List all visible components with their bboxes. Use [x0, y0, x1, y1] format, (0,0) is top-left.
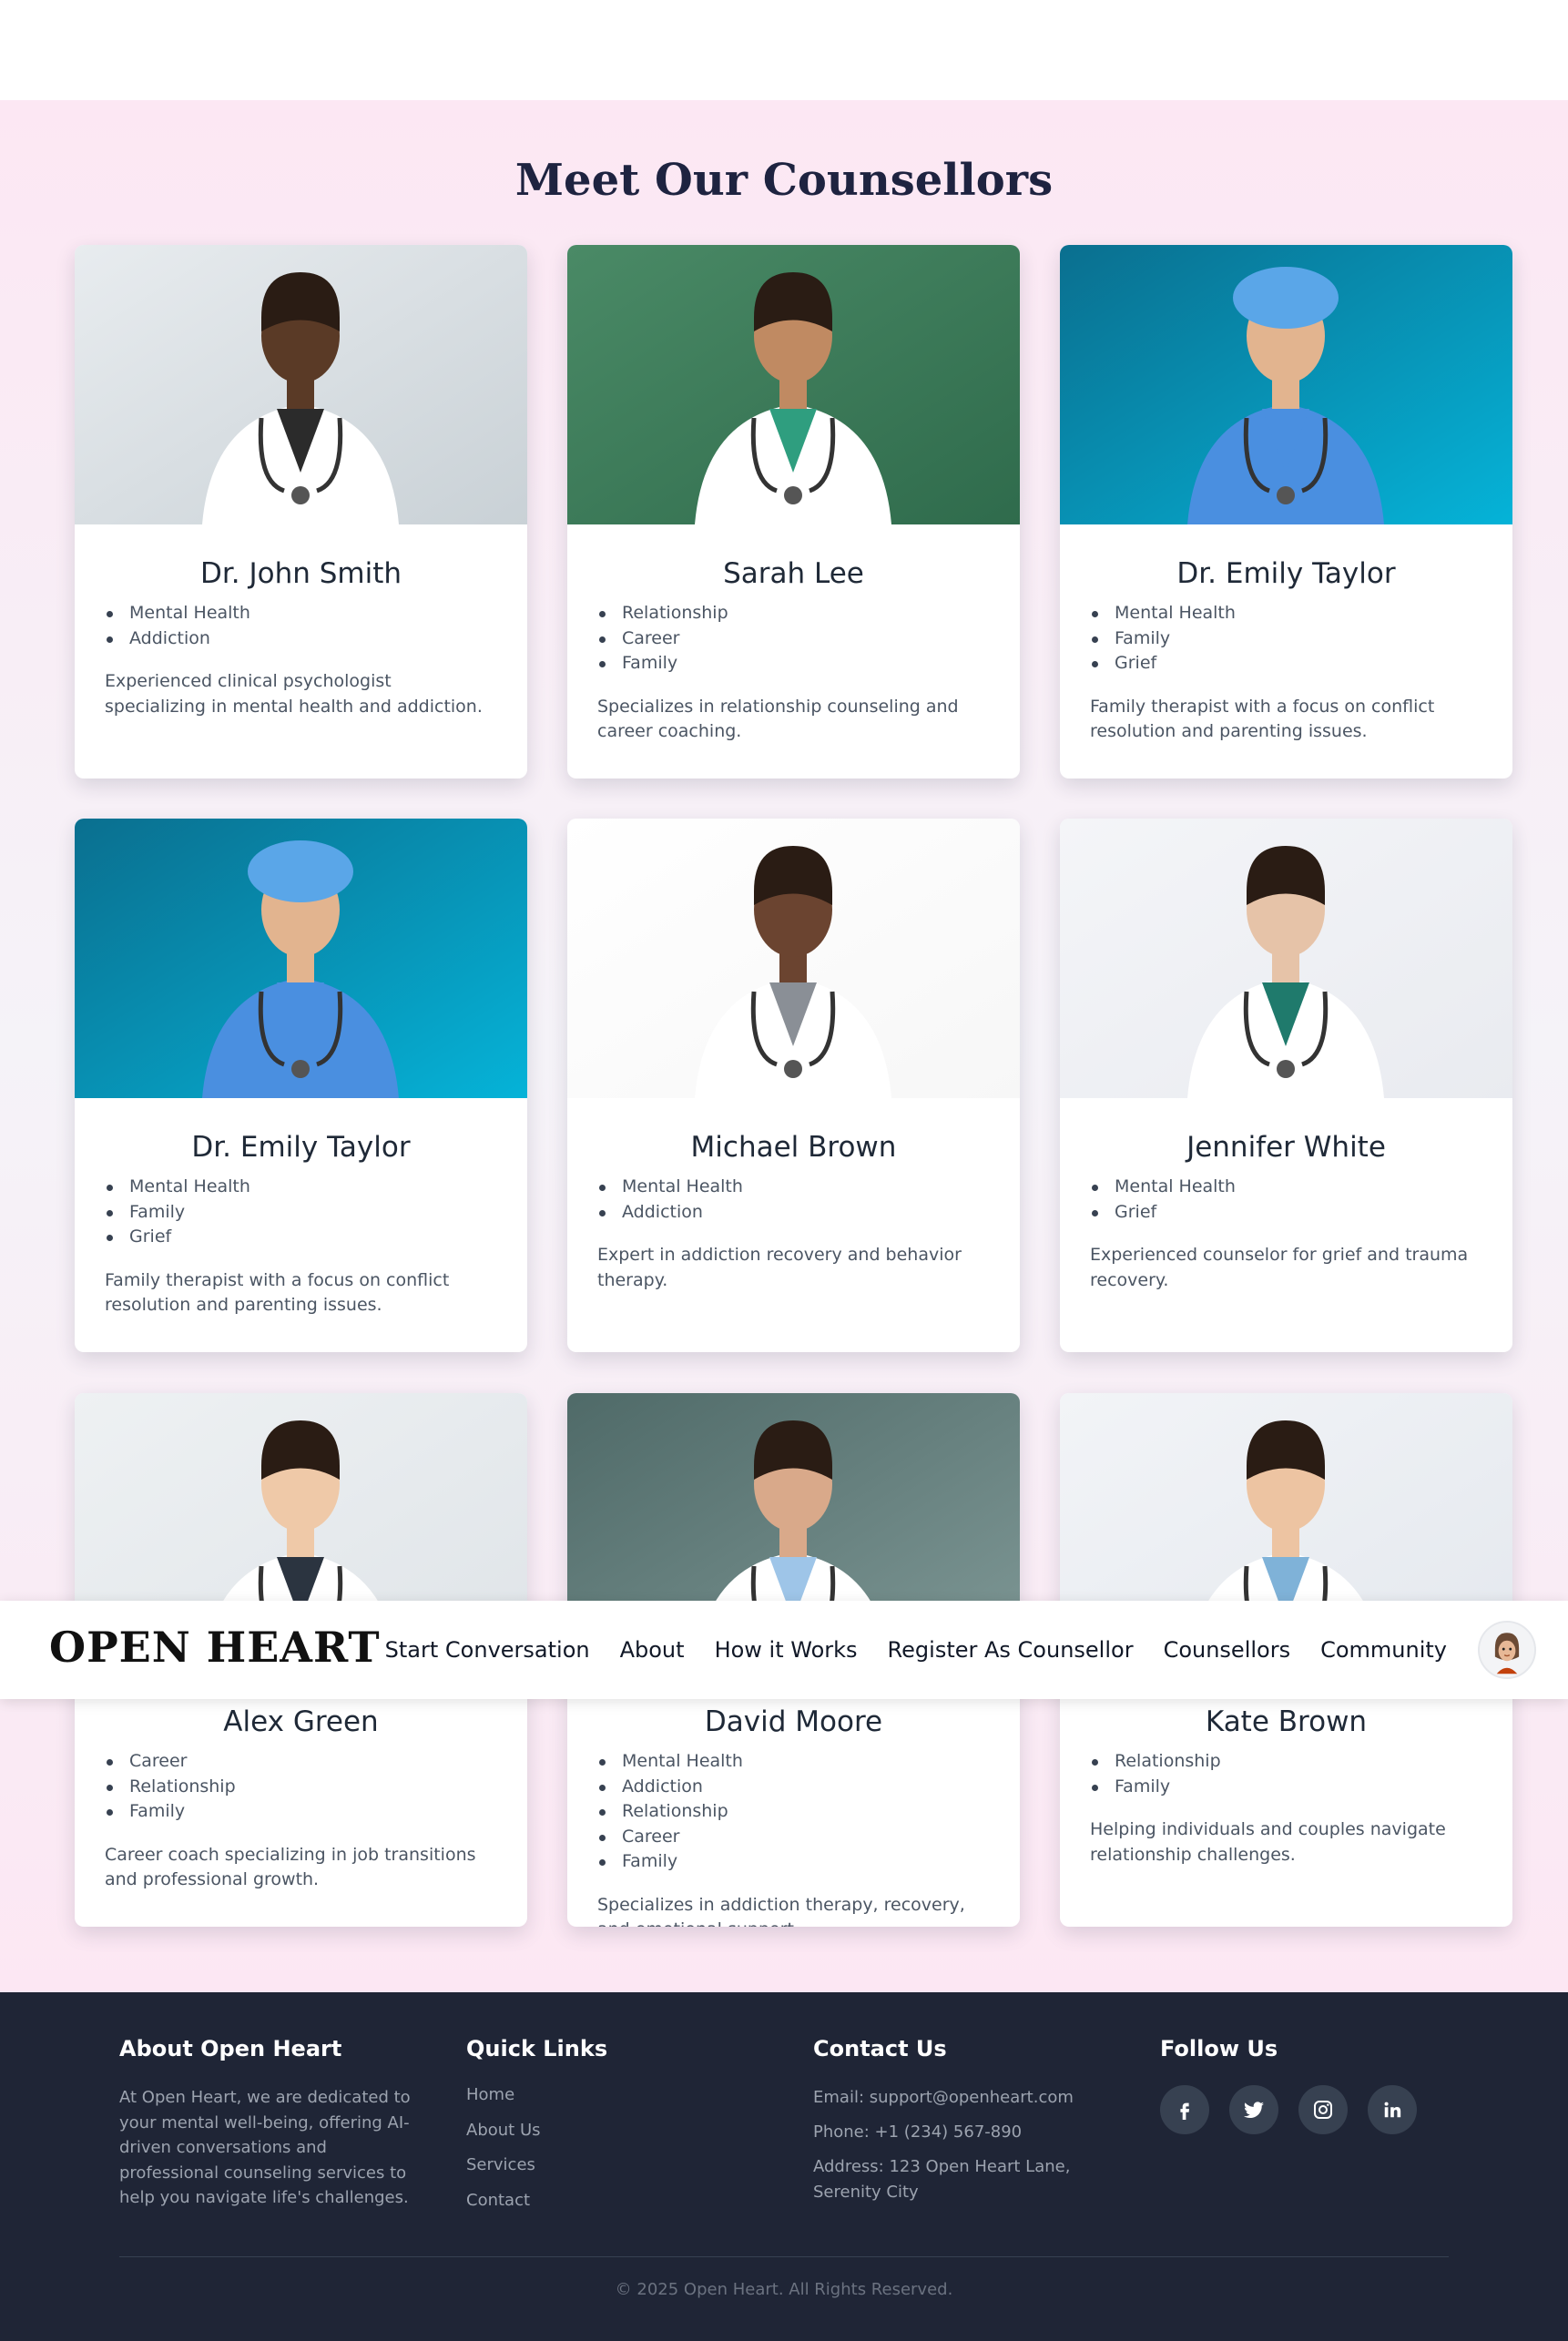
specialty-item: Grief — [1090, 1200, 1512, 1226]
footer-about: About Open Heart At Open Heart, we are d… — [119, 2036, 420, 2211]
counsellor-name: Dr. Emily Taylor — [1176, 557, 1396, 590]
specialty-list: Mental Health Addiction — [597, 1175, 1020, 1225]
specialty-list: Relationship Career Family — [597, 601, 1020, 677]
counsellor-description: Family therapist with a focus on conflic… — [105, 1269, 450, 1316]
counsellor-card[interactable]: Sarah Lee Relationship Career Family Special… — [567, 245, 1020, 779]
footer-contact-heading: Contact Us — [813, 2036, 947, 2061]
specialty-list: Mental Health Family Grief — [1090, 601, 1512, 677]
footer-address: Address: 123 Open Heart Lane, Serenity C… — [813, 2157, 1071, 2202]
facebook-icon[interactable] — [1160, 2085, 1209, 2134]
counsellor-description: Family therapist with a focus on conflic… — [1090, 696, 1435, 742]
counsellor-description: Experienced counselor for grief and trau… — [1090, 1245, 1469, 1290]
specialty-list: Mental Health Addiction Relationship Career… — [597, 1749, 1020, 1875]
counsellor-name: Jennifer White — [1186, 1131, 1386, 1164]
specialty-item: Grief — [1090, 651, 1512, 677]
counsellor-description: Helping individuals and couples navigate… — [1090, 1819, 1446, 1865]
footer-contact: Contact Us Email: support@openheart.com … — [813, 2036, 1127, 2214]
counsellor-name: Kate Brown — [1205, 1705, 1368, 1738]
specialty-item: Grief — [105, 1225, 527, 1250]
counsellor-description: Career coach specializing in job transit… — [105, 1844, 476, 1890]
specialty-item: Mental Health — [597, 1175, 1020, 1200]
copyright: © 2025 Open Heart. All Rights Reserved. — [615, 2280, 953, 2299]
counsellor-photo — [567, 819, 1020, 1098]
counsellor-name: Alex Green — [223, 1705, 379, 1738]
specialty-item: Relationship — [597, 601, 1020, 626]
twitter-icon[interactable] — [1229, 2085, 1278, 2134]
counsellor-photo — [1060, 245, 1512, 524]
user-avatar-icon[interactable] — [1478, 1621, 1536, 1679]
specialty-list: Career Relationship Family — [105, 1749, 527, 1825]
counsellor-name: Michael Brown — [690, 1131, 897, 1164]
counsellor-name: Dr. Emily Taylor — [191, 1131, 411, 1164]
specialty-item: Addiction — [105, 626, 527, 652]
linkedin-icon[interactable] — [1368, 2085, 1417, 2134]
section-title: Meet Our Counsellors — [514, 155, 1054, 206]
brand-logo[interactable]: OPEN HEART — [49, 1623, 381, 1672]
specialty-item: Mental Health — [597, 1749, 1020, 1775]
footer: About Open Heart At Open Heart, we are d… — [0, 1992, 1568, 2341]
nav-link-counsellors[interactable]: Counsellors — [1164, 1637, 1291, 1663]
footer-quick-links-heading: Quick Links — [466, 2036, 608, 2061]
counsellor-photo — [75, 819, 527, 1098]
footer-divider — [119, 2256, 1449, 2257]
footer-quick-links: Quick Links Home About Us Services Conta… — [466, 2036, 758, 2225]
specialty-item: Mental Health — [105, 601, 527, 626]
social-links — [1160, 2085, 1451, 2134]
footer-follow: Follow Us — [1160, 2036, 1451, 2134]
counsellor-description: Expert in addiction recovery and behavio… — [597, 1245, 962, 1290]
counsellor-description: Specializes in relationship counseling a… — [597, 696, 959, 742]
specialty-item: Career — [105, 1749, 527, 1775]
counsellor-card[interactable]: Michael Brown Mental Health Addiction Exper… — [567, 819, 1020, 1352]
footer-about-heading: About Open Heart — [119, 2036, 342, 2061]
footer-follow-heading: Follow Us — [1160, 2036, 1278, 2061]
specialty-item: Relationship — [597, 1799, 1020, 1825]
counsellor-card[interactable]: Dr. Emily Taylor Mental Health Family Grief… — [75, 819, 527, 1352]
specialty-item: Family — [105, 1200, 527, 1226]
specialty-item: Relationship — [1090, 1749, 1512, 1775]
nav-link-how-it-works[interactable]: How it Works — [715, 1637, 858, 1663]
navbar: OPEN HEART Start Conversation About How … — [0, 1601, 1568, 1699]
specialty-item: Mental Health — [105, 1175, 527, 1200]
specialty-item: Family — [1090, 1775, 1512, 1800]
specialty-item: Family — [597, 1849, 1020, 1875]
nav-link-community[interactable]: Community — [1320, 1637, 1447, 1663]
specialty-item: Family — [597, 651, 1020, 677]
counsellor-name: David Moore — [704, 1705, 883, 1738]
specialty-item: Relationship — [105, 1775, 527, 1800]
specialty-item: Family — [1090, 626, 1512, 652]
footer-email: Email: support@openheart.com — [813, 2088, 1074, 2107]
counsellor-photo — [1060, 819, 1512, 1098]
footer-phone: Phone: +1 (234) 567-890 — [813, 2122, 1023, 2142]
specialty-item: Mental Health — [1090, 601, 1512, 626]
specialty-list: Mental Health Family Grief — [105, 1175, 527, 1250]
nav-links: Start Conversation About How it Works Re… — [385, 1601, 1447, 1699]
footer-about-text: At Open Heart, we are dedicated to your … — [119, 2088, 411, 2207]
specialty-item: Family — [105, 1799, 527, 1825]
specialty-list: Mental Health Grief — [1090, 1175, 1512, 1225]
nav-link-start-conversation[interactable]: Start Conversation — [385, 1637, 590, 1663]
nav-link-about[interactable]: About — [620, 1637, 685, 1663]
footer-link-about-us[interactable]: About Us — [466, 2121, 758, 2141]
specialty-list: Relationship Family — [1090, 1749, 1512, 1799]
specialty-item: Career — [597, 1825, 1020, 1850]
counsellor-name: Dr. John Smith — [199, 557, 402, 590]
counsellor-card[interactable]: Jennifer White Mental Health Grief Experien… — [1060, 819, 1512, 1352]
specialty-item: Career — [597, 626, 1020, 652]
instagram-icon[interactable] — [1298, 2085, 1348, 2134]
footer-link-services[interactable]: Services — [466, 2155, 758, 2175]
specialty-item: Addiction — [597, 1775, 1020, 1800]
specialty-item: Addiction — [597, 1200, 1020, 1226]
nav-link-register-counsellor[interactable]: Register As Counsellor — [888, 1637, 1134, 1663]
counsellor-card[interactable]: Dr. John Smith Mental Health Addiction Expe… — [75, 245, 527, 779]
footer-link-contact[interactable]: Contact — [466, 2191, 758, 2211]
counsellor-photo — [75, 245, 527, 524]
counsellor-description: Specializes in addiction therapy, recove… — [597, 1894, 965, 1928]
footer-link-home[interactable]: Home — [466, 2085, 758, 2105]
counsellor-card[interactable]: Dr. Emily Taylor Mental Health Family Grief… — [1060, 245, 1512, 779]
specialty-item: Mental Health — [1090, 1175, 1512, 1200]
counsellor-description: Experienced clinical psychologist specia… — [105, 671, 483, 717]
counsellor-photo — [567, 245, 1020, 524]
specialty-list: Mental Health Addiction — [105, 601, 527, 651]
counsellor-name: Sarah Lee — [723, 557, 864, 590]
